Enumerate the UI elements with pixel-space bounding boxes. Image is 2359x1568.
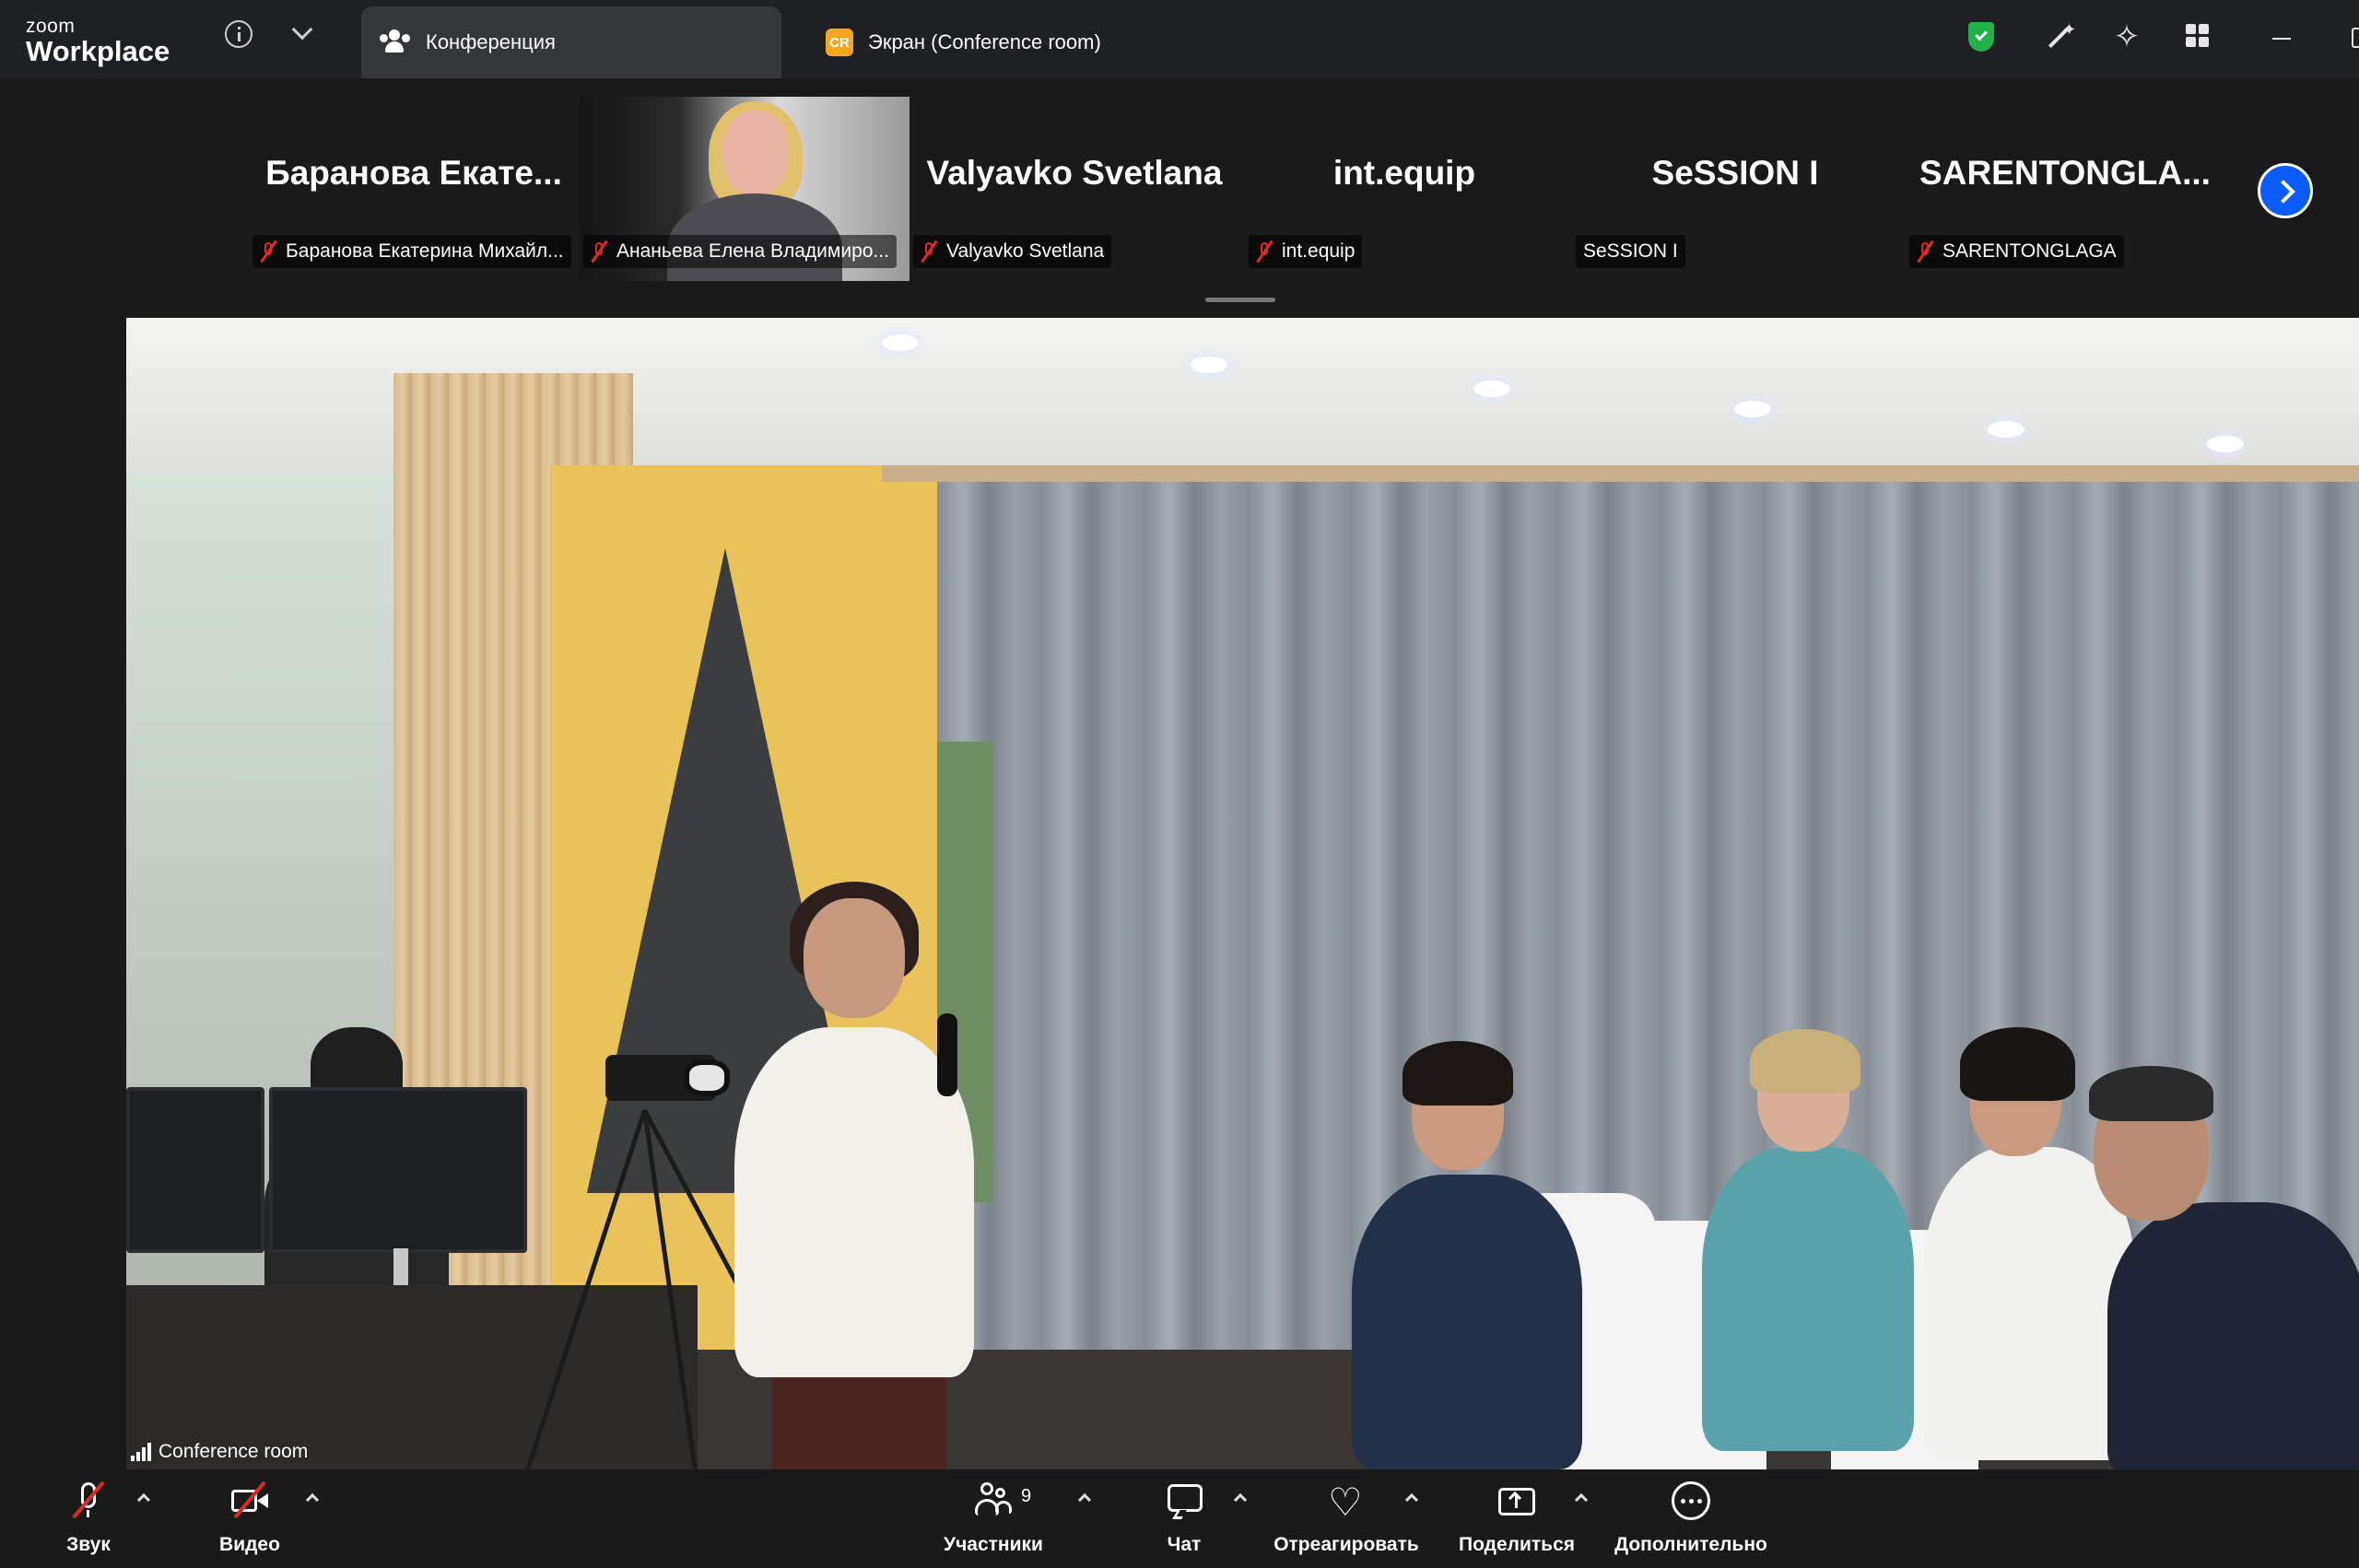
gallery-next-page-button[interactable] (2258, 163, 2313, 218)
maximize-button[interactable] (2352, 28, 2359, 48)
people-icon (380, 29, 411, 55)
participant-name: Ананьева Елена Владимиро... (616, 240, 889, 262)
heart-icon: ♡ (1328, 1480, 1363, 1524)
ai-sparkle-icon[interactable]: ✧ (2110, 20, 2143, 53)
participant-display-name: int.equip (1332, 154, 1476, 192)
react-button[interactable]: ♡ Отреагировать (1273, 1480, 1420, 1563)
video-label: Видео (219, 1534, 280, 1555)
mic-muted-icon (591, 240, 608, 263)
share-label: Поделиться (1458, 1534, 1576, 1555)
participant-name-tag: Баранова Екатерина Михайл... (252, 235, 571, 268)
title-bar: zoom Workplace Конференция CR Экран (Con… (0, 0, 2359, 78)
participant-name: SeSSION I (1583, 240, 1678, 262)
gallery-strip: Баранова Екате... Баранова Екатерина Мих… (0, 78, 2359, 318)
mic-muted-icon (921, 240, 938, 263)
participant-tile[interactable]: Valyavko Svetlana Valyavko Svetlana (910, 97, 1239, 281)
participant-name-tag: int.equip (1249, 235, 1363, 268)
tab-screen-label: Экран (Conference room) (868, 30, 1101, 53)
mic-muted-icon (260, 240, 277, 263)
chat-label: Чат (1167, 1534, 1202, 1555)
shared-screen-video (126, 318, 2359, 1469)
chevron-down-icon[interactable] (291, 18, 313, 41)
audio-button[interactable]: Звук (24, 1480, 153, 1563)
participant-tile[interactable]: SARENTONGLA... SARENTONGLAGA (1900, 97, 2230, 281)
cr-badge: CR (826, 29, 853, 56)
mic-muted-icon (1917, 240, 1934, 263)
participant-name: int.equip (1282, 240, 1356, 262)
signal-strength-icon (131, 1443, 151, 1461)
magic-wand-icon[interactable]: ✦ (2042, 20, 2076, 53)
mic-muted-icon (68, 1480, 109, 1521)
logo-big-text: Workplace (26, 35, 170, 67)
chat-bubble-icon (1164, 1480, 1204, 1521)
security-shield-icon[interactable] (1965, 20, 1998, 53)
participant-name-tag: SARENTONGLAGA (1909, 235, 2124, 268)
participants-options-caret[interactable] (1077, 1492, 1092, 1507)
chat-button[interactable]: Чат (1120, 1480, 1249, 1563)
participant-name: Баранова Екатерина Михайл... (286, 240, 564, 262)
participants-button[interactable]: Участники (929, 1480, 1058, 1563)
participant-name: SARENTONGLAGA (1942, 240, 2117, 262)
share-screen-button[interactable]: Поделиться (1452, 1480, 1581, 1563)
participant-name-tag: Ананьева Елена Владимиро... (583, 235, 897, 268)
tab-conference-label: Конференция (426, 30, 556, 53)
participant-name-tag: SeSSION I (1576, 235, 1685, 268)
participant-tile-video[interactable]: Ананьева Елена Владимиро... (580, 97, 910, 281)
participant-tile[interactable]: SeSSION I SeSSION I (1570, 97, 1900, 281)
gallery-page-indicator (1205, 298, 1275, 302)
participants-label: Участники (944, 1534, 1043, 1555)
participant-display-name: Valyavko Svetlana (926, 154, 1223, 192)
share-screen-icon (1496, 1480, 1537, 1521)
mic-muted-icon (1256, 240, 1273, 263)
more-button[interactable]: Дополнительно (1613, 1480, 1769, 1563)
participant-display-name: Баранова Екате... (265, 154, 562, 192)
share-source-label: Conference room (131, 1439, 308, 1465)
tab-conference[interactable]: Конференция (361, 6, 781, 78)
apps-grid-icon[interactable] (2182, 20, 2215, 53)
video-button[interactable]: Видео (185, 1480, 314, 1563)
participant-display-name: SeSSION I (1651, 154, 1819, 192)
audio-label: Звук (66, 1534, 111, 1555)
share-source-name: Conference room (158, 1441, 309, 1462)
participant-tile[interactable]: int.equip int.equip (1239, 97, 1569, 281)
participant-name: Valyavko Svetlana (946, 240, 1105, 262)
tab-screen-share[interactable]: CR Экран (Conference room) (809, 6, 1196, 78)
participant-name-tag: Valyavko Svetlana (913, 235, 1112, 268)
meeting-controls: Звук Видео Участники 9 Чат ♡ Отреагирова… (0, 1469, 2359, 1568)
participant-tile[interactable]: Баранова Екате... Баранова Екатерина Мих… (249, 97, 579, 281)
logo-small-text: zoom (26, 16, 76, 37)
zoom-workplace-logo: zoom Workplace (26, 17, 170, 66)
react-label: Отреагировать (1273, 1534, 1419, 1555)
minimize-button[interactable] (2272, 38, 2291, 40)
video-off-icon (229, 1480, 270, 1521)
participant-display-name: SARENTONGLA... (1919, 154, 2211, 192)
more-label: Дополнительно (1614, 1534, 1767, 1555)
more-options-icon (1671, 1480, 1711, 1521)
participants-icon (973, 1480, 1014, 1521)
info-icon[interactable] (225, 20, 252, 48)
participants-count: 9 (1021, 1486, 1032, 1506)
